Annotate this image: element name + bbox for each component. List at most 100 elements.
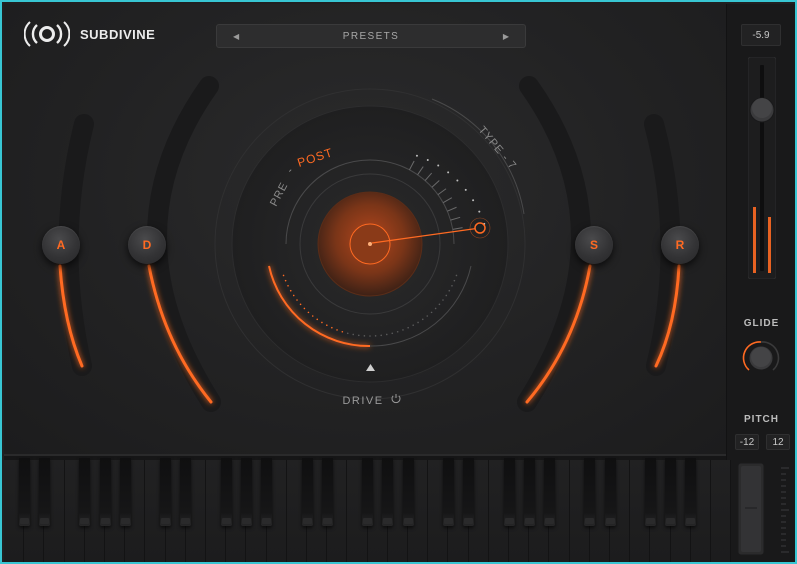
- presets-label[interactable]: PRESETS: [343, 31, 399, 42]
- drive-dot: [453, 279, 456, 282]
- drive-dot: [363, 335, 366, 337]
- black-key[interactable]: [685, 458, 697, 526]
- black-key[interactable]: [119, 458, 131, 526]
- pitch-scale: [781, 467, 789, 553]
- type-step-dot: [437, 164, 440, 167]
- black-key[interactable]: [79, 458, 91, 526]
- right-arrow-icon[interactable]: ▶: [503, 32, 509, 41]
- left-arrow-icon[interactable]: ◀: [233, 32, 239, 41]
- black-key[interactable]: [442, 458, 454, 526]
- type-step-dot: [426, 158, 429, 161]
- drive-dot: [299, 303, 302, 306]
- black-key[interactable]: [301, 458, 313, 526]
- drive-dot: [326, 324, 328, 327]
- drive-dot: [369, 335, 371, 337]
- glide-knob[interactable]: [741, 338, 781, 378]
- drive-dot: [402, 329, 404, 331]
- black-key[interactable]: [463, 458, 475, 526]
- glide-label: GLIDE: [743, 318, 780, 329]
- drive-dot: [445, 294, 448, 297]
- drive-dot: [341, 330, 344, 333]
- black-key[interactable]: [665, 458, 677, 526]
- black-key[interactable]: [382, 458, 394, 526]
- drive-dot: [391, 332, 394, 335]
- drive-dot: [352, 333, 355, 336]
- black-key[interactable]: [362, 458, 374, 526]
- type-handle[interactable]: [474, 222, 486, 234]
- drive-label: DRIVE: [342, 395, 383, 407]
- drive-dot: [292, 294, 295, 297]
- right-panel: -5.9 GLIDE PITCH -12 12: [726, 4, 795, 562]
- meter-right: [768, 217, 771, 273]
- pitch-max-field[interactable]: 12: [766, 434, 790, 450]
- volume-fader[interactable]: [748, 57, 776, 279]
- drive-dot: [357, 334, 360, 337]
- pitch-label: PITCH: [744, 414, 779, 425]
- sustain-knob[interactable]: S: [575, 226, 613, 264]
- drive-dot: [442, 299, 444, 301]
- black-key[interactable]: [180, 458, 192, 526]
- release-knob[interactable]: R: [661, 226, 699, 264]
- black-key[interactable]: [220, 458, 232, 526]
- black-key[interactable]: [543, 458, 555, 526]
- drive-dot: [407, 326, 409, 329]
- piano-keyboard[interactable]: [4, 454, 732, 562]
- type-step-dot: [464, 188, 467, 191]
- drive-dot: [421, 318, 424, 321]
- type-step-dot: [472, 199, 475, 202]
- drive-dot: [282, 274, 285, 277]
- drive-dot: [380, 334, 383, 337]
- drive-dot: [346, 332, 349, 335]
- sustain-track[interactable]: [517, 76, 591, 412]
- main-panel: PRE - POST TYPE - 7 DRIVE SUBDIVINE ◀ PR…: [4, 4, 726, 454]
- drive-dot: [336, 329, 338, 331]
- black-key[interactable]: [18, 458, 30, 526]
- black-key[interactable]: [402, 458, 414, 526]
- black-key[interactable]: [584, 458, 596, 526]
- black-key[interactable]: [503, 458, 515, 526]
- type-step-dot: [447, 171, 450, 174]
- drive-dot: [430, 311, 433, 314]
- black-key[interactable]: [604, 458, 616, 526]
- drive-dot: [417, 321, 419, 324]
- drive-dot: [289, 289, 292, 292]
- drive-dot: [311, 315, 314, 317]
- drive-dot: [303, 307, 306, 310]
- presets-bar[interactable]: ◀ PRESETS ▶: [216, 24, 526, 48]
- drive-dot: [438, 303, 441, 306]
- attack-knob[interactable]: A: [42, 226, 80, 264]
- drive-dot: [434, 307, 437, 310]
- black-key[interactable]: [644, 458, 656, 526]
- meter-left: [753, 207, 756, 273]
- black-key[interactable]: [160, 458, 172, 526]
- white-key[interactable]: [711, 460, 732, 562]
- drive-dot: [374, 335, 377, 337]
- drive-dot: [451, 284, 453, 287]
- drive-dot: [287, 284, 289, 287]
- drive-dot: [321, 321, 323, 324]
- drive-dot: [396, 330, 399, 333]
- black-key[interactable]: [321, 458, 333, 526]
- decay-knob[interactable]: D: [128, 226, 166, 264]
- black-key[interactable]: [523, 458, 535, 526]
- drive-dot: [385, 333, 388, 336]
- black-key[interactable]: [99, 458, 111, 526]
- pitch-wheel[interactable]: [737, 462, 793, 558]
- drive-dot: [284, 279, 287, 282]
- drive-dot: [455, 274, 458, 277]
- black-key[interactable]: [38, 458, 50, 526]
- pitch-min-field[interactable]: -12: [735, 434, 759, 450]
- drive-dot: [316, 318, 319, 321]
- power-icon[interactable]: [391, 394, 401, 404]
- drive-dot: [296, 299, 298, 301]
- drive-dot: [412, 324, 414, 327]
- brand-logo: SUBDIVINE: [24, 21, 155, 47]
- black-key[interactable]: [261, 458, 273, 526]
- black-key[interactable]: [240, 458, 252, 526]
- drive-dot: [426, 315, 429, 317]
- broadcast-logo-icon: [24, 21, 70, 47]
- drive-core-dot: [368, 242, 372, 246]
- drive-dot: [307, 311, 310, 314]
- brand-name: SUBDIVINE: [80, 26, 156, 42]
- volume-readout: -5.9: [741, 24, 781, 46]
